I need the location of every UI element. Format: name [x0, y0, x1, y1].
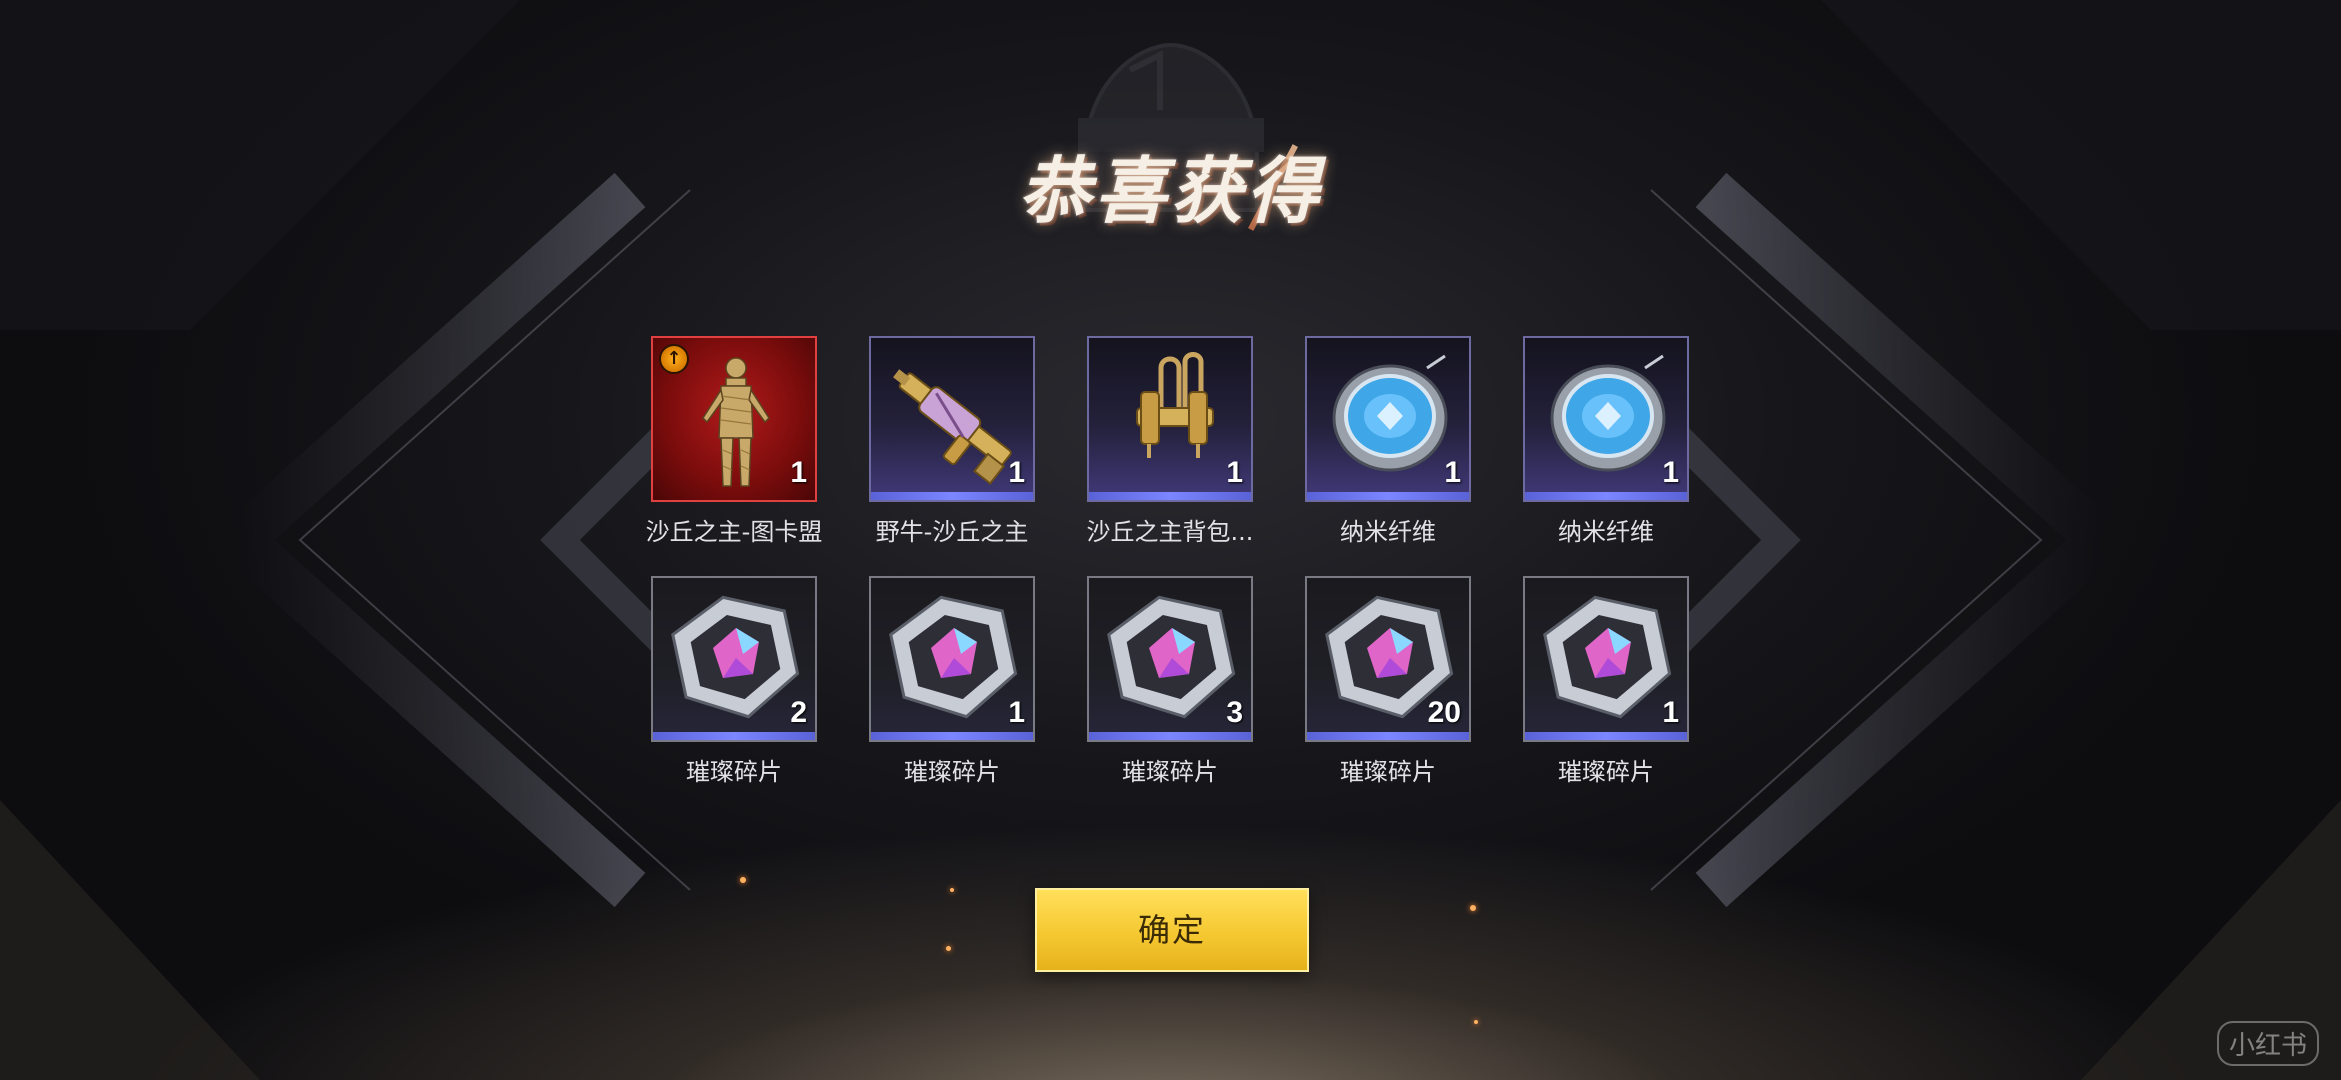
rarity-bar — [1525, 492, 1687, 500]
spark-particle — [740, 877, 746, 883]
reward-label: 野牛-沙丘之主 — [875, 518, 1029, 546]
reward-count: 1 — [1226, 456, 1243, 489]
reward-count: 1 — [1008, 696, 1025, 729]
reward-tile[interactable]: 1 — [869, 336, 1035, 502]
reward-tile[interactable]: 1 — [1087, 336, 1253, 502]
reward-tile[interactable]: 2 — [651, 576, 817, 742]
reward-item[interactable]: ↑ 1 沙丘之主-图卡盟 — [646, 336, 822, 547]
reward-count: 1 — [790, 456, 807, 489]
reward-popup-screen: 恭喜获得 ↑ 1 沙丘之主-图卡盟 1 野牛-沙丘之主 1 沙丘之主背包... … — [0, 0, 2341, 1080]
reward-item[interactable]: 3 璀璨碎片 — [1087, 576, 1253, 787]
reward-grid: ↑ 1 沙丘之主-图卡盟 1 野牛-沙丘之主 1 沙丘之主背包... 1 纳米纤… — [646, 336, 1691, 796]
spark-particle — [946, 946, 951, 951]
reward-count: 3 — [1226, 696, 1243, 729]
reward-item[interactable]: 2 璀璨碎片 — [651, 576, 817, 787]
reward-label: 璀璨碎片 — [1340, 758, 1436, 786]
reward-label: 璀璨碎片 — [686, 758, 782, 786]
upgrade-badge-icon: ↑ — [659, 344, 689, 374]
reward-count: 1 — [1662, 696, 1679, 729]
reward-label: 纳米纤维 — [1340, 518, 1436, 546]
reward-item[interactable]: 1 璀璨碎片 — [1523, 576, 1689, 787]
confirm-button[interactable]: 确定 — [1035, 888, 1309, 972]
reward-tile[interactable]: 3 — [1087, 576, 1253, 742]
reward-item[interactable]: 1 璀璨碎片 — [869, 576, 1035, 787]
reward-tile[interactable]: 1 — [869, 576, 1035, 742]
reward-item[interactable]: 1 纳米纤维 — [1305, 336, 1471, 547]
reward-label: 沙丘之主-图卡盟 — [645, 518, 823, 546]
spark-particle — [950, 888, 954, 892]
rarity-bar — [1089, 732, 1251, 740]
reward-item[interactable]: 1 野牛-沙丘之主 — [869, 336, 1035, 547]
reward-tile[interactable]: ↑ 1 — [651, 336, 817, 502]
rarity-bar — [871, 492, 1033, 500]
reward-item[interactable]: 1 纳米纤维 — [1523, 336, 1689, 547]
reward-item[interactable]: 1 沙丘之主背包... — [1087, 336, 1253, 547]
spark-particle — [1474, 1020, 1478, 1024]
reward-item[interactable]: 20 璀璨碎片 — [1305, 576, 1471, 787]
reward-label: 沙丘之主背包... — [1086, 518, 1254, 546]
reward-label: 璀璨碎片 — [1558, 758, 1654, 786]
reward-tile[interactable]: 1 — [1523, 336, 1689, 502]
rarity-bar — [653, 732, 815, 740]
page-title: 恭喜获得 — [1018, 149, 1323, 233]
rarity-bar — [1089, 492, 1251, 500]
spark-particle — [1470, 905, 1476, 911]
rarity-bar — [871, 732, 1033, 740]
rarity-bar — [1307, 492, 1469, 500]
rarity-bar — [1307, 732, 1469, 740]
reward-count: 1 — [1662, 456, 1679, 489]
rarity-bar — [1525, 732, 1687, 740]
reward-count: 2 — [790, 696, 807, 729]
reward-tile[interactable]: 1 — [1523, 576, 1689, 742]
reward-count: 1 — [1444, 456, 1461, 489]
reward-label: 璀璨碎片 — [904, 758, 1000, 786]
reward-count: 1 — [1008, 456, 1025, 489]
reward-count: 20 — [1427, 696, 1461, 729]
reward-label: 纳米纤维 — [1558, 518, 1654, 546]
reward-tile[interactable]: 20 — [1305, 576, 1471, 742]
reward-label: 璀璨碎片 — [1122, 758, 1218, 786]
reward-tile[interactable]: 1 — [1305, 336, 1471, 502]
watermark-logo: 小红书 — [2216, 1021, 2319, 1066]
